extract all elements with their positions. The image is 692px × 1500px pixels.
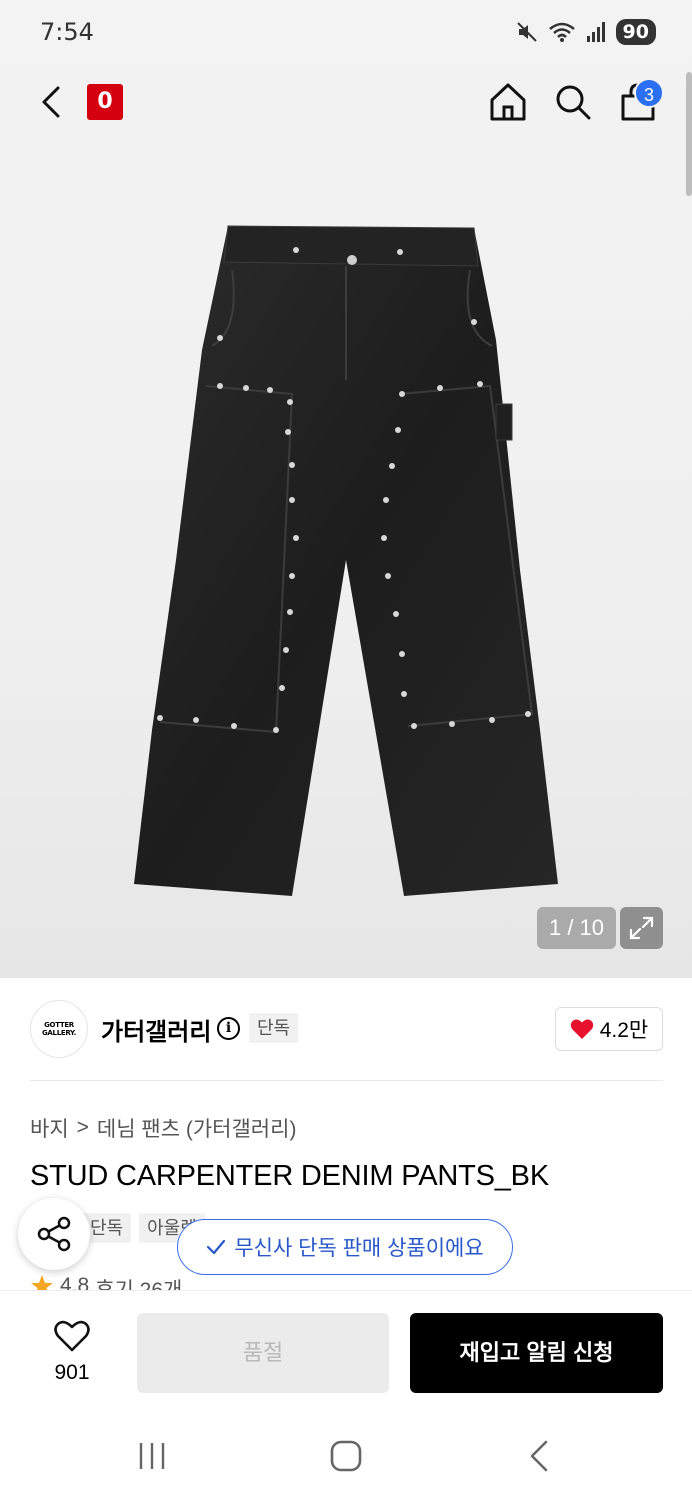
status-time: 7:54	[40, 18, 94, 46]
product-image-area[interactable]	[0, 0, 692, 978]
battery-level: 90	[615, 19, 656, 45]
wifi-icon	[548, 22, 575, 42]
breadcrumb-separator: >	[76, 1116, 89, 1139]
cart-count-badge: 3	[634, 78, 664, 108]
status-bar: 7:54 90	[0, 0, 692, 62]
home-icon[interactable]	[488, 80, 528, 124]
brand-logo-line2: GALLERY.	[41, 1029, 77, 1037]
exclusive-tag: 단독	[249, 1013, 299, 1043]
share-icon[interactable]	[18, 1198, 90, 1270]
store-logo[interactable]: 0	[87, 84, 123, 120]
toast-text: 무신사 단독 판매 상품이에요	[234, 1237, 484, 1260]
system-navigation-bar	[0, 1408, 692, 1500]
exclusive-toast: 무신사 단독 판매 상품이에요	[177, 1219, 513, 1275]
signal-icon	[586, 22, 605, 42]
mute-icon	[516, 22, 537, 42]
breadcrumb-subcategory[interactable]: 데님 팬츠 (가터갤러리)	[97, 1113, 297, 1143]
divider	[30, 1080, 663, 1081]
home-button-icon[interactable]	[326, 1438, 366, 1474]
restock-alert-button[interactable]: 재입고 알림 신청	[410, 1313, 663, 1393]
soldout-button: 품절	[137, 1313, 389, 1393]
image-counter: 1 / 10	[537, 907, 616, 949]
back-arrow-icon[interactable]	[36, 80, 68, 124]
breadcrumb: 바지 > 데님 팬츠 (가터갤러리)	[30, 1113, 296, 1143]
brand-name[interactable]: 가터갤러리	[101, 1012, 211, 1047]
system-back-icon[interactable]	[520, 1438, 560, 1474]
brand-like-button[interactable]: 4.2만	[555, 1007, 663, 1051]
product-photo-denim-pants	[134, 225, 558, 896]
recent-apps-icon[interactable]	[132, 1438, 172, 1474]
heart-outline-icon	[54, 1320, 90, 1352]
wishlist-count: 901	[54, 1361, 90, 1384]
bottom-action-bar: 901 품절 재입고 알림 신청	[0, 1290, 692, 1408]
product-title: STUD CARPENTER DENIM PANTS_BK	[30, 1160, 549, 1192]
status-icons: 90	[516, 18, 656, 46]
brand-logo-line1: GOTTER	[44, 1021, 74, 1029]
scrollbar[interactable]	[686, 72, 692, 196]
breadcrumb-category[interactable]: 바지	[30, 1113, 69, 1143]
brand-like-count: 4.2만	[599, 1019, 649, 1042]
heart-icon	[570, 1019, 593, 1039]
expand-icon[interactable]	[620, 907, 663, 949]
check-icon	[207, 1239, 226, 1255]
brand-logo[interactable]: GOTTER GALLERY.	[30, 1000, 88, 1058]
info-icon[interactable]: i	[217, 1017, 240, 1040]
top-navigation: 0 3	[0, 62, 692, 142]
search-icon[interactable]	[553, 80, 593, 124]
